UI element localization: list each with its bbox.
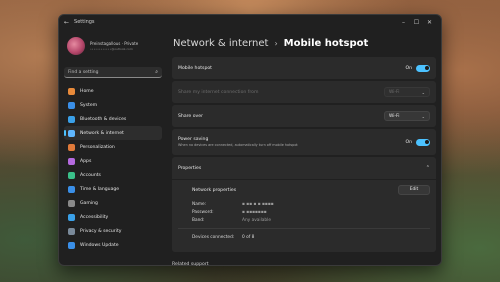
edit-button[interactable]: Edit xyxy=(398,185,430,195)
properties-header[interactable]: Properties ⌃ xyxy=(172,157,436,179)
nav-icon xyxy=(68,185,75,193)
properties-panel: Network properties Edit Name: ▪ ▪▪ ▪ ▪ ▪▪… xyxy=(172,180,436,252)
share-over-card: Share over Wi-Fi ⌄ xyxy=(172,105,436,127)
close-button[interactable]: ✕ xyxy=(423,19,436,26)
avatar xyxy=(67,37,85,55)
sidebar-nav: Home System Bluetooth & devices Network & i… xyxy=(64,84,162,252)
sidebar-item-system[interactable]: System xyxy=(64,98,162,112)
mobile-hotspot-label: Mobile hotspot xyxy=(178,65,212,71)
band-value: Any available xyxy=(242,217,271,223)
search-icon[interactable]: ⌕ xyxy=(155,69,158,75)
sidebar: Preinstagallous · Private ••••••••••••@o… xyxy=(59,29,167,265)
breadcrumb: Network & internet › Mobile hotspot xyxy=(172,29,436,57)
nav-icon xyxy=(68,241,75,249)
sidebar-item-label: Home xyxy=(80,88,94,94)
chevron-up-icon: ⌃ xyxy=(425,165,430,171)
maximize-button[interactable]: ☐ xyxy=(410,19,423,26)
back-arrow-icon[interactable]: ← xyxy=(64,19,69,26)
sidebar-item-label: Apps xyxy=(80,158,92,164)
devices-key: Devices connected: xyxy=(192,234,235,240)
password-value: ▪ ▪▪▪▪▪▪▪ xyxy=(242,209,267,215)
sidebar-item-gaming[interactable]: Gaming xyxy=(64,196,162,210)
settings-window: ← Settings – ☐ ✕ Preinstagallous · Priva… xyxy=(58,14,442,266)
nav-icon xyxy=(68,129,75,137)
share-from-label: Share my internet connection from xyxy=(178,89,259,95)
main-content: Network & internet › Mobile hotspot Mobi… xyxy=(172,29,436,265)
sidebar-item-label: Personalization xyxy=(80,144,115,150)
sidebar-item-home[interactable]: Home xyxy=(64,84,162,98)
chevron-right-icon: › xyxy=(274,38,278,48)
sidebar-item-accounts[interactable]: Accounts xyxy=(64,168,162,182)
sidebar-item-apps[interactable]: Apps xyxy=(64,154,162,168)
profile-name: Preinstagallous · Private xyxy=(90,41,139,46)
sidebar-item-accessibility[interactable]: Accessibility xyxy=(64,210,162,224)
divider xyxy=(178,228,430,229)
sidebar-item-personalization[interactable]: Personalization xyxy=(64,140,162,154)
title-bar: ← Settings – ☐ ✕ xyxy=(59,15,441,29)
sidebar-item-windows-update[interactable]: Windows Update xyxy=(64,238,162,252)
sidebar-item-label: System xyxy=(80,102,98,108)
share-from-value: Wi-Fi xyxy=(389,89,400,95)
sidebar-item-label: Bluetooth & devices xyxy=(80,116,127,122)
nav-icon xyxy=(68,171,75,179)
sidebar-item-label: Windows Update xyxy=(80,242,119,248)
sidebar-item-label: Accounts xyxy=(80,172,101,178)
chevron-down-icon: ⌄ xyxy=(421,113,425,119)
share-over-value: Wi-Fi xyxy=(389,113,400,119)
devices-value: 0 of 8 xyxy=(242,234,255,240)
search-input[interactable]: Find a setting ⌕ xyxy=(64,67,162,78)
sidebar-item-label: Network & internet xyxy=(80,130,124,136)
nav-icon xyxy=(68,143,75,151)
mobile-hotspot-card: Mobile hotspot On xyxy=(172,57,436,79)
share-from-dropdown[interactable]: Wi-Fi ⌄ xyxy=(384,87,430,97)
mobile-hotspot-toggle[interactable] xyxy=(416,64,430,72)
share-over-dropdown[interactable]: Wi-Fi ⌄ xyxy=(384,111,430,121)
breadcrumb-parent[interactable]: Network & internet xyxy=(173,38,268,49)
sidebar-item-network-internet[interactable]: Network & internet xyxy=(64,126,162,140)
nav-icon xyxy=(68,157,75,165)
name-value: ▪ ▪▪ ▪ ▪ ▪▪▪▪ xyxy=(242,201,274,207)
search-placeholder: Find a setting xyxy=(68,69,99,75)
power-saving-toggle[interactable] xyxy=(416,138,430,146)
share-over-label: Share over xyxy=(178,113,203,119)
nav-icon xyxy=(68,87,75,95)
network-properties-label: Network properties xyxy=(192,187,237,193)
share-from-card: Share my internet connection from Wi-Fi … xyxy=(172,81,436,103)
profile-email: ••••••••••••@outlook.com xyxy=(90,47,133,51)
password-key: Password: xyxy=(192,209,214,215)
sidebar-item-bluetooth-devices[interactable]: Bluetooth & devices xyxy=(64,112,162,126)
power-saving-card: Power saving When no devices are connect… xyxy=(172,129,436,155)
properties-label: Properties xyxy=(178,165,202,171)
page-title: Mobile hotspot xyxy=(283,37,369,49)
nav-icon xyxy=(68,115,75,123)
sidebar-item-label: Accessibility xyxy=(80,214,109,220)
sidebar-item-label: Gaming xyxy=(80,200,98,206)
related-support-heading: Related support xyxy=(172,262,209,267)
mobile-hotspot-state: On xyxy=(405,65,412,71)
sidebar-item-time-language[interactable]: Time & language xyxy=(64,182,162,196)
nav-icon xyxy=(68,227,75,235)
chevron-down-icon: ⌄ xyxy=(421,89,425,95)
nav-icon xyxy=(68,199,75,207)
name-key: Name: xyxy=(192,201,207,207)
user-profile[interactable]: Preinstagallous · Private ••••••••••••@o… xyxy=(64,29,162,63)
sidebar-item-label: Time & language xyxy=(80,186,120,192)
power-saving-state: On xyxy=(405,139,412,145)
sidebar-item-privacy-security[interactable]: Privacy & security xyxy=(64,224,162,238)
minimize-button[interactable]: – xyxy=(397,19,410,26)
band-key: Band: xyxy=(192,217,205,223)
power-saving-description: When no devices are connected, automatic… xyxy=(178,143,298,147)
sidebar-item-label: Privacy & security xyxy=(80,228,122,234)
nav-icon xyxy=(68,213,75,221)
nav-icon xyxy=(68,101,75,109)
window-title: Settings xyxy=(74,19,95,25)
power-saving-label: Power saving xyxy=(178,137,209,142)
